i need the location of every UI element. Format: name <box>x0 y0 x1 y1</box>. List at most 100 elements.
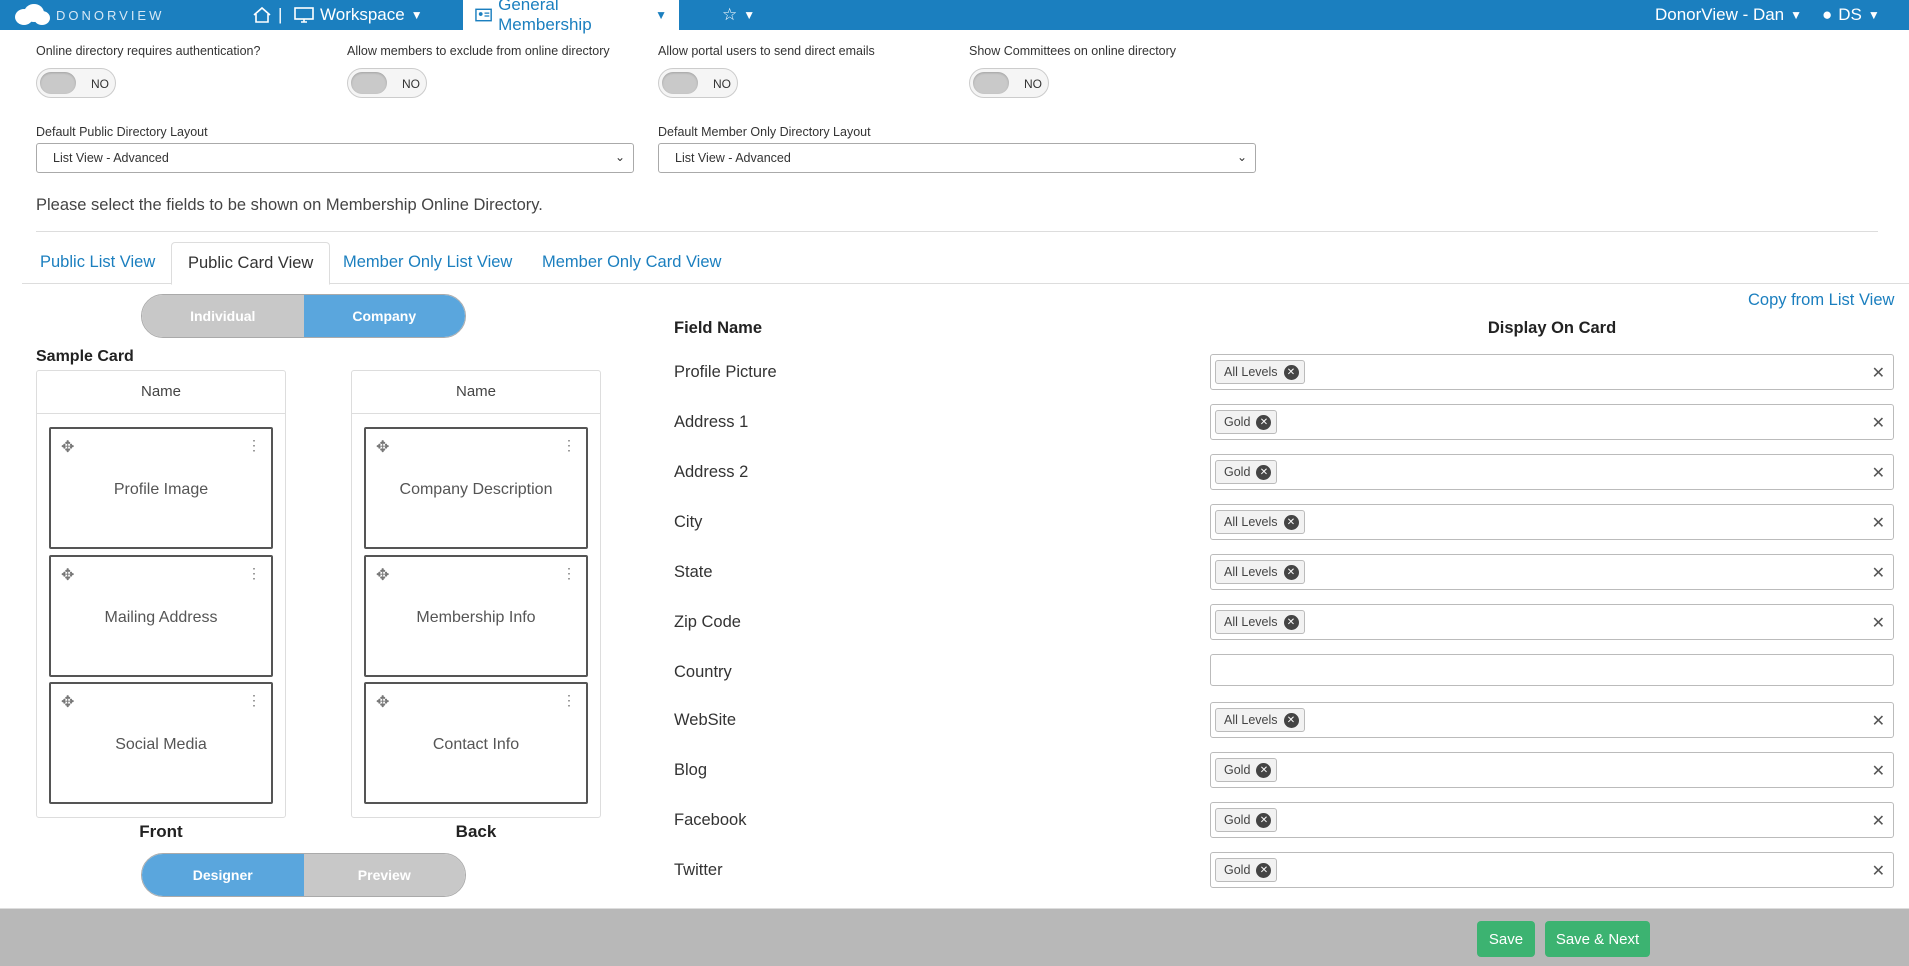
move-icon[interactable]: ✥ <box>376 565 389 585</box>
clear-icon[interactable]: ✕ <box>1872 761 1885 781</box>
chevron-down-icon: ▼ <box>410 8 423 22</box>
move-icon[interactable]: ✥ <box>376 437 389 457</box>
card-block[interactable]: ✥ ⋮ Profile Image <box>49 427 273 549</box>
level-tag-label: All Levels <box>1224 713 1278 727</box>
tab-member-only-card-view[interactable]: Member Only Card View <box>526 242 737 284</box>
more-options-icon[interactable]: ⋮ <box>247 565 261 582</box>
clear-icon[interactable]: ✕ <box>1872 711 1885 731</box>
chevron-down-icon: ▼ <box>743 8 756 22</box>
move-icon[interactable]: ✥ <box>61 565 74 585</box>
display-level-select[interactable] <box>1210 654 1894 686</box>
setting-show-committees: Show Committees on online directory NO <box>969 44 1176 98</box>
clear-icon[interactable]: ✕ <box>1872 463 1885 483</box>
display-level-select[interactable]: All Levels ✕ ✕ <box>1210 354 1894 390</box>
display-level-select[interactable]: Gold ✕ ✕ <box>1210 852 1894 888</box>
remove-tag-icon[interactable]: ✕ <box>1283 565 1299 580</box>
require-auth-toggle[interactable]: NO <box>36 68 116 98</box>
brand-logo[interactable]: DONORVIEW <box>14 4 164 26</box>
company-option[interactable]: Company <box>303 295 465 337</box>
level-tag-label: All Levels <box>1224 615 1278 629</box>
favorites-menu[interactable]: ☆ ▼ <box>722 0 755 30</box>
display-level-select[interactable]: Gold ✕ ✕ <box>1210 752 1894 788</box>
more-options-icon[interactable]: ⋮ <box>247 437 261 454</box>
card-block[interactable]: ✥ ⋮ Membership Info <box>364 555 588 677</box>
toggle-knob <box>40 72 76 94</box>
display-level-select[interactable]: Gold ✕ ✕ <box>1210 454 1894 490</box>
workspace-menu[interactable]: Workspace ▼ <box>294 0 423 30</box>
level-tag: Gold ✕ <box>1215 758 1278 782</box>
level-tag-label: All Levels <box>1224 365 1278 379</box>
more-options-icon[interactable]: ⋮ <box>562 437 576 454</box>
public-layout-select[interactable]: List View - Advanced ⌄ <box>36 143 634 173</box>
clear-icon[interactable]: ✕ <box>1872 513 1885 533</box>
remove-tag-icon[interactable]: ✕ <box>1256 415 1272 430</box>
display-level-select[interactable]: All Levels ✕ ✕ <box>1210 504 1894 540</box>
display-level-select[interactable]: All Levels ✕ ✕ <box>1210 604 1894 640</box>
more-options-icon[interactable]: ⋮ <box>247 692 261 709</box>
front-caption: Front <box>139 822 183 841</box>
more-options-icon[interactable]: ⋮ <box>562 565 576 582</box>
level-tag: All Levels ✕ <box>1215 610 1305 634</box>
card-block[interactable]: ✥ ⋮ Social Media <box>49 682 273 804</box>
save-and-next-button[interactable]: Save & Next <box>1545 921 1650 957</box>
field-name: State <box>674 563 713 581</box>
display-level-select[interactable]: All Levels ✕ ✕ <box>1210 702 1894 738</box>
field-name: Address 1 <box>674 413 749 431</box>
more-options-icon[interactable]: ⋮ <box>562 692 576 709</box>
display-level-select[interactable]: Gold ✕ ✕ <box>1210 404 1894 440</box>
clear-icon[interactable]: ✕ <box>1872 563 1885 583</box>
remove-tag-icon[interactable]: ✕ <box>1283 515 1299 530</box>
field-name: Address 2 <box>674 463 749 481</box>
card-block[interactable]: ✥ ⋮ Mailing Address <box>49 555 273 677</box>
star-icon: ☆ <box>722 5 738 24</box>
preview-option[interactable]: Preview <box>303 854 465 896</box>
direct-emails-toggle[interactable]: NO <box>658 68 738 98</box>
clear-icon[interactable]: ✕ <box>1872 861 1885 881</box>
field-row: Facebook Gold ✕ ✕ <box>674 802 1894 840</box>
tab-member-only-list-view[interactable]: Member Only List View <box>327 242 528 284</box>
remove-tag-icon[interactable]: ✕ <box>1283 713 1299 728</box>
remove-tag-icon[interactable]: ✕ <box>1256 863 1272 878</box>
card-name-header: Name <box>140 383 181 400</box>
tab-public-card-view[interactable]: Public Card View <box>171 242 331 285</box>
save-button[interactable]: Save <box>1477 921 1535 957</box>
remove-tag-icon[interactable]: ✕ <box>1256 813 1272 828</box>
allow-exclude-toggle[interactable]: NO <box>347 68 427 98</box>
card-block[interactable]: ✥ ⋮ Company Description <box>364 427 588 549</box>
divider <box>352 413 600 414</box>
user-label: DonorView - Dan <box>1655 5 1785 24</box>
level-tag-label: Gold <box>1224 415 1251 429</box>
cloud-logo-icon <box>15 4 50 25</box>
level-tag-label: Gold <box>1224 465 1251 479</box>
display-level-select[interactable]: Gold ✕ ✕ <box>1210 802 1894 838</box>
copy-from-list-view-link[interactable]: Copy from List View <box>1748 291 1894 310</box>
field-row: Zip Code All Levels ✕ ✕ <box>674 604 1894 642</box>
remove-tag-icon[interactable]: ✕ <box>1283 365 1299 380</box>
move-icon[interactable]: ✥ <box>61 437 74 457</box>
toggle-value: NO <box>402 77 420 91</box>
home-nav[interactable]: | <box>252 5 282 25</box>
member-layout-select[interactable]: List View - Advanced ⌄ <box>658 143 1256 173</box>
move-icon[interactable]: ✥ <box>61 692 74 712</box>
show-committees-toggle[interactable]: NO <box>969 68 1049 98</box>
individual-option[interactable]: Individual <box>142 295 304 337</box>
designer-option[interactable]: Designer <box>142 854 304 896</box>
clear-icon[interactable]: ✕ <box>1872 811 1885 831</box>
user-menu[interactable]: DonorView - Dan ▼ <box>1655 0 1802 30</box>
card-block[interactable]: ✥ ⋮ Contact Info <box>364 682 588 804</box>
remove-tag-icon[interactable]: ✕ <box>1283 615 1299 630</box>
toggle-value: NO <box>91 77 109 91</box>
clear-icon[interactable]: ✕ <box>1872 613 1885 633</box>
display-level-select[interactable]: All Levels ✕ ✕ <box>1210 554 1894 590</box>
remove-tag-icon[interactable]: ✕ <box>1256 465 1272 480</box>
clear-icon[interactable]: ✕ <box>1872 413 1885 433</box>
field-row: State All Levels ✕ ✕ <box>674 554 1894 592</box>
general-membership-menu[interactable]: General Membership ▼ <box>463 0 679 34</box>
account-menu[interactable]: ● DS ▼ <box>1822 0 1880 30</box>
remove-tag-icon[interactable]: ✕ <box>1256 763 1272 778</box>
clear-icon[interactable]: ✕ <box>1872 363 1885 383</box>
tab-public-list-view[interactable]: Public List View <box>24 242 171 284</box>
move-icon[interactable]: ✥ <box>376 692 389 712</box>
setting-label: Allow portal users to send direct emails <box>658 44 875 58</box>
field-name: WebSite <box>674 711 737 729</box>
